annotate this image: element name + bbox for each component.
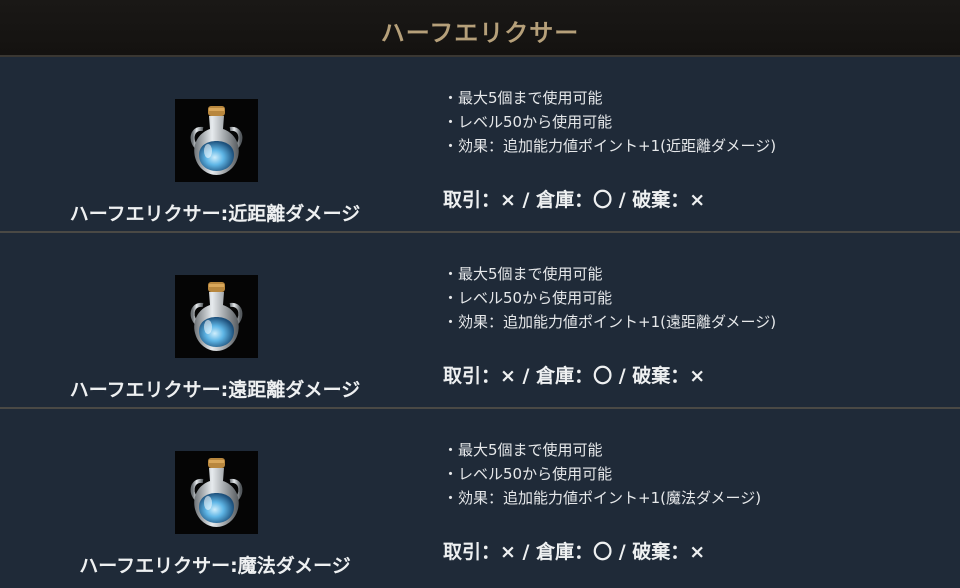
item-summary: ハーフエリクサー:魔法ダメージ bbox=[0, 409, 430, 585]
feature-list: ・最大5個まで使用可能 ・レベル50から使用可能 ・効果：追加能力値ポイント+1… bbox=[443, 262, 776, 334]
item-name: ハーフエリクサー:魔法ダメージ bbox=[79, 555, 351, 577]
feature-max-uses: ・最大5個まで使用可能 bbox=[443, 89, 603, 107]
feature-level-req: ・レベル50から使用可能 bbox=[443, 113, 613, 131]
feature-list: ・最大5個まで使用可能 ・レベル50から使用可能 ・効果：追加能力値ポイント+1… bbox=[443, 438, 761, 510]
feature-effect: ・効果：追加能力値ポイント+1(魔法ダメージ) bbox=[443, 489, 762, 507]
item-row: ハーフエリクサー:魔法ダメージ ・最大5個まで使用可能 ・レベル50から使用可能… bbox=[0, 409, 960, 585]
item-details: ・最大5個まで使用可能 ・レベル50から使用可能 ・効果：追加能力値ポイント+1… bbox=[443, 233, 943, 407]
potion-bottle-icon bbox=[175, 451, 258, 534]
feature-list: ・最大5個まで使用可能 ・レベル50から使用可能 ・効果：追加能力値ポイント+1… bbox=[443, 86, 776, 158]
potion-bottle-icon bbox=[175, 275, 258, 358]
item-list-page: ハーフエリクサー ハーフエリクサー:近距離ダメージ ・最大5個まで使用可能 ・レ… bbox=[0, 0, 960, 588]
trade-info: 取引：× / 倉庫：〇 / 破棄：× bbox=[443, 365, 706, 387]
item-name: ハーフエリクサー:遠距離ダメージ bbox=[69, 379, 361, 401]
item-name: ハーフエリクサー:近距離ダメージ bbox=[69, 203, 361, 225]
item-details: ・最大5個まで使用可能 ・レベル50から使用可能 ・効果：追加能力値ポイント+1… bbox=[443, 57, 943, 231]
feature-effect: ・効果：追加能力値ポイント+1(近距離ダメージ) bbox=[443, 137, 777, 155]
trade-info: 取引：× / 倉庫：〇 / 破棄：× bbox=[443, 541, 706, 563]
feature-level-req: ・レベル50から使用可能 bbox=[443, 289, 613, 307]
item-row: ハーフエリクサー:近距離ダメージ ・最大5個まで使用可能 ・レベル50から使用可… bbox=[0, 57, 960, 233]
feature-max-uses: ・最大5個まで使用可能 bbox=[443, 441, 603, 459]
feature-max-uses: ・最大5個まで使用可能 bbox=[443, 265, 603, 283]
feature-level-req: ・レベル50から使用可能 bbox=[443, 465, 613, 483]
page-title: ハーフエリクサー bbox=[380, 19, 580, 47]
trade-info: 取引：× / 倉庫：〇 / 破棄：× bbox=[443, 189, 706, 211]
item-details: ・最大5個まで使用可能 ・レベル50から使用可能 ・効果：追加能力値ポイント+1… bbox=[443, 409, 943, 585]
item-summary: ハーフエリクサー:近距離ダメージ bbox=[0, 57, 430, 231]
feature-effect: ・効果：追加能力値ポイント+1(遠距離ダメージ) bbox=[443, 313, 777, 331]
potion-bottle-icon bbox=[175, 99, 258, 182]
item-row: ハーフエリクサー:遠距離ダメージ ・最大5個まで使用可能 ・レベル50から使用可… bbox=[0, 233, 960, 409]
item-summary: ハーフエリクサー:遠距離ダメージ bbox=[0, 233, 430, 407]
page-header: ハーフエリクサー bbox=[0, 0, 960, 57]
